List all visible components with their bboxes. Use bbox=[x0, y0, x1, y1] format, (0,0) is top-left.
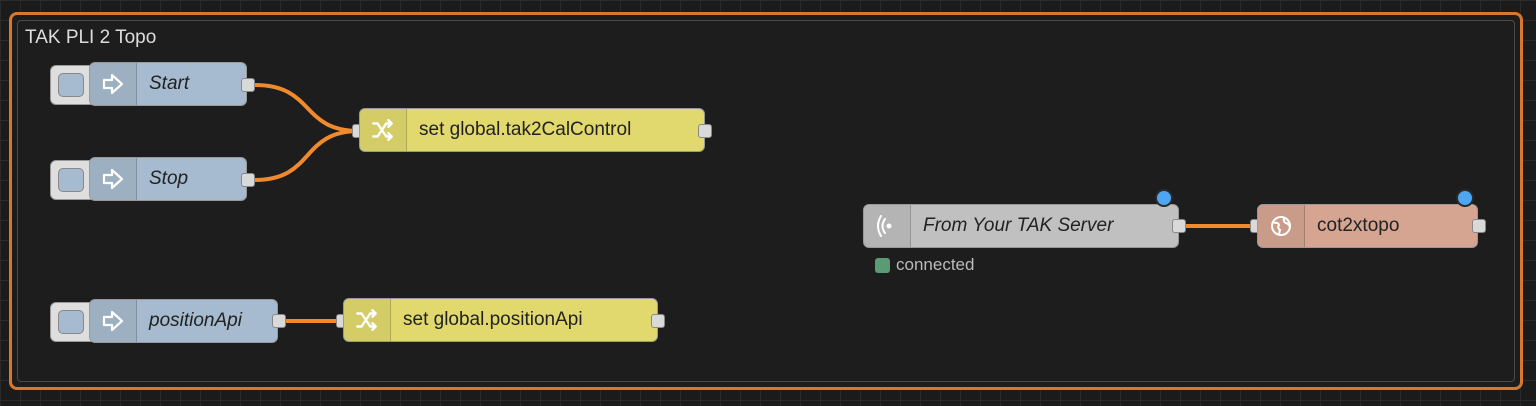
status-connected-icon bbox=[875, 257, 890, 273]
tcp-in-icon bbox=[864, 205, 911, 247]
node-set-cal-control-label: set global.tak2CalControl bbox=[419, 119, 632, 140]
wire-stop-to-set-cal[interactable] bbox=[254, 129, 360, 182]
tak-server-status: connected bbox=[875, 255, 974, 275]
node-set-cal-control[interactable]: set global.tak2CalControl bbox=[359, 108, 705, 152]
node-set-position-api-label: set global.positionApi bbox=[403, 309, 583, 330]
shuffle-icon bbox=[344, 299, 391, 341]
start-output-port[interactable] bbox=[241, 78, 255, 92]
tak-server-status-text: connected bbox=[896, 255, 975, 274]
node-tak-server[interactable]: From Your TAK Server bbox=[863, 204, 1179, 248]
set-position-output-port[interactable] bbox=[651, 314, 665, 328]
node-cot2xtopo[interactable]: cot2xtopo bbox=[1257, 204, 1478, 248]
cot2xtopo-changed-indicator bbox=[1456, 189, 1474, 207]
node-start-label: Start bbox=[149, 73, 190, 94]
position-api-output-port[interactable] bbox=[272, 314, 286, 328]
node-position-api[interactable]: positionApi bbox=[89, 299, 278, 343]
wire-start-to-set-cal[interactable] bbox=[254, 83, 360, 133]
shuffle-icon bbox=[360, 109, 407, 151]
node-position-api-label: positionApi bbox=[149, 310, 242, 331]
arrow-in-icon bbox=[90, 63, 137, 105]
node-stop-label: Stop bbox=[149, 168, 189, 189]
node-set-position-api[interactable]: set global.positionApi bbox=[343, 298, 658, 342]
position-api-inject-button[interactable] bbox=[50, 302, 94, 342]
stop-inject-button[interactable] bbox=[50, 160, 94, 200]
node-stop[interactable]: Stop bbox=[89, 157, 247, 201]
arrow-in-icon bbox=[90, 300, 137, 342]
tak-server-output-port[interactable] bbox=[1172, 219, 1186, 233]
stop-inject-button-face[interactable] bbox=[58, 168, 84, 192]
set-cal-output-port[interactable] bbox=[698, 124, 712, 138]
tak-server-changed-indicator bbox=[1155, 189, 1173, 207]
node-cot2xtopo-label: cot2xtopo bbox=[1317, 215, 1400, 236]
position-api-inject-button-face[interactable] bbox=[58, 310, 84, 334]
start-inject-button[interactable] bbox=[50, 65, 94, 105]
start-inject-button-face[interactable] bbox=[58, 73, 84, 97]
node-start[interactable]: Start bbox=[89, 62, 247, 106]
node-tak-server-label: From Your TAK Server bbox=[923, 215, 1114, 236]
arrow-in-icon bbox=[90, 158, 137, 200]
globe-icon bbox=[1258, 205, 1305, 247]
stop-output-port[interactable] bbox=[241, 173, 255, 187]
wires-layer bbox=[254, 83, 1257, 323]
cot2xtopo-output-port[interactable] bbox=[1472, 219, 1486, 233]
